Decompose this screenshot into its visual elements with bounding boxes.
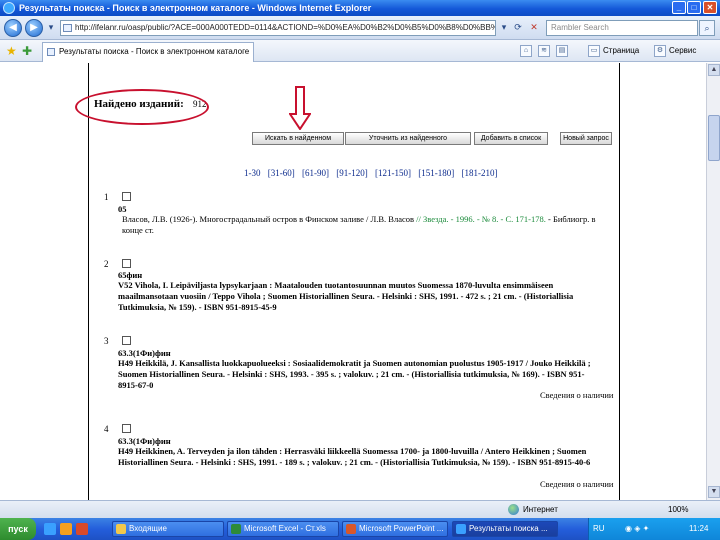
zone-label: Интернет: [523, 505, 558, 514]
record-number: 4: [104, 424, 109, 434]
tab-current[interactable]: Результаты поиска - Поиск в электронном …: [42, 42, 254, 62]
maximize-button[interactable]: □: [687, 1, 701, 14]
close-button[interactable]: ✕: [703, 1, 717, 14]
taskbar-item-active[interactable]: Результаты поиска ...: [452, 521, 558, 537]
taskbar-item[interactable]: Входящие: [112, 521, 224, 537]
page-link[interactable]: [61-90]: [302, 168, 329, 178]
record-body: V52 Vihola, I. Leipäviljasta lypsykarjaa…: [118, 280, 574, 312]
ie-icon: [3, 2, 15, 14]
record-code-text: 63.3(1Фи)фин: [118, 348, 171, 358]
mail-icon: [116, 524, 126, 534]
window-titlebar: Результаты поиска - Поиск в электронном …: [0, 0, 720, 16]
back-arrow-icon[interactable]: ◀: [4, 19, 22, 37]
address-url: http://ifelanr.ru/oasp/public/?ACE=000A0…: [75, 23, 495, 32]
record-code-text: 63.3(1Фи)фин: [118, 436, 171, 446]
record-body: H49 Heikkinen, A. Terveyden ja ilon tähd…: [118, 446, 591, 467]
language-indicator[interactable]: RU: [593, 518, 605, 540]
taskbar-item-label: Результаты поиска ...: [469, 524, 548, 533]
start-button[interactable]: пуск: [0, 518, 36, 540]
scroll-thumb[interactable]: [708, 115, 720, 161]
forward-arrow-icon[interactable]: ▶: [25, 19, 43, 37]
page-link[interactable]: [181-210]: [462, 168, 498, 178]
page-icon: [63, 24, 72, 32]
search-in-found-button[interactable]: Искать в найденном: [252, 132, 344, 145]
page-link[interactable]: [151-180]: [418, 168, 454, 178]
ie-icon: [456, 524, 466, 534]
search-input[interactable]: Rambler Search: [546, 20, 698, 36]
taskbar-item-label: Входящие: [129, 524, 167, 533]
taskbar: пуск Входящие Microsoft Excel - Ст.xls M…: [0, 518, 720, 540]
page-link[interactable]: [91-120]: [336, 168, 368, 178]
taskbar-item-label: Microsoft PowerPoint ...: [359, 524, 444, 533]
powerpoint-icon: [346, 524, 356, 534]
tab-label: Результаты поиска - Поиск в электронном …: [59, 47, 250, 56]
print-icon[interactable]: ▤: [556, 45, 568, 57]
availability-link[interactable]: Сведения о наличии: [540, 479, 613, 489]
page-menu[interactable]: Страница: [603, 44, 639, 58]
internet-zone-icon: [508, 504, 519, 515]
vertical-scrollbar[interactable]: ▲ ▼: [706, 63, 720, 500]
record-body: H49 Heikkilä, J. Kansallista luokkapuolu…: [118, 358, 591, 390]
record-source-link[interactable]: // Звезда. - 1996. - № 8. - С. 171-178.: [416, 214, 546, 224]
record-checkbox[interactable]: [122, 192, 131, 201]
service-menu[interactable]: Сервис: [669, 44, 696, 58]
refine-in-found-button[interactable]: Уточнить из найденного: [345, 132, 471, 145]
pagination: 1-30 [31-60] [61-90] [91-120] [121-150] …: [244, 168, 503, 178]
address-dropdown[interactable]: ▾: [498, 21, 510, 34]
minimize-button[interactable]: _: [672, 1, 686, 14]
taskbar-item[interactable]: Microsoft PowerPoint ...: [342, 521, 448, 537]
annotation-ellipse: [75, 89, 209, 125]
clock: 11:24: [689, 524, 709, 533]
address-toolbar: ◀ ▶ ▾ http://ifelanr.ru/oasp/public/?ACE…: [0, 16, 720, 40]
history-dropdown[interactable]: ▾: [45, 21, 57, 34]
tab-page-icon: [47, 48, 55, 56]
star-icon[interactable]: ★: [6, 44, 17, 58]
record-checkbox[interactable]: [122, 424, 131, 433]
add-favorite-icon[interactable]: ✚: [22, 44, 32, 58]
stop-icon[interactable]: ✕: [528, 21, 540, 34]
refresh-icon[interactable]: ⟳: [512, 21, 524, 34]
feeds-icon[interactable]: ≋: [538, 45, 550, 57]
page-link[interactable]: [121-150]: [375, 168, 411, 178]
ie-quicklaunch-icon[interactable]: [44, 523, 56, 535]
address-input[interactable]: http://ifelanr.ru/oasp/public/?ACE=000A0…: [60, 20, 496, 36]
record-checkbox[interactable]: [122, 259, 131, 268]
record-body-text: Власов, Л.В. (1926-). Многострадальный о…: [122, 214, 415, 224]
command-bar: ★ ✚ Результаты поиска - Поиск в электрон…: [0, 40, 720, 62]
scroll-down-icon[interactable]: ▼: [708, 486, 720, 498]
record-checkbox[interactable]: [122, 336, 131, 345]
zoom-level[interactable]: 100%: [668, 501, 688, 518]
record-number: 3: [104, 336, 109, 346]
availability-link[interactable]: Сведения о наличии: [540, 390, 613, 400]
excel-icon: [231, 524, 241, 534]
new-query-button[interactable]: Новый запрос: [560, 132, 612, 145]
page-link[interactable]: 1-30: [244, 168, 261, 178]
page-menu-icon[interactable]: ▭: [588, 45, 600, 57]
taskbar-item-label: Microsoft Excel - Ст.xls: [244, 524, 326, 533]
window-title: Результаты поиска - Поиск в электронном …: [19, 3, 372, 13]
record-code-text: 65фин: [118, 270, 143, 280]
down-arrow-icon: [289, 86, 311, 130]
page-link[interactable]: [31-60]: [268, 168, 295, 178]
system-tray: RU ◉ ◈ ✦ 11:24: [588, 518, 720, 540]
record-body: Власов, Л.В. (1926-). Многострадальный о…: [122, 214, 612, 236]
taskbar-item[interactable]: Microsoft Excel - Ст.xls: [227, 521, 339, 537]
record-number: 2: [104, 259, 109, 269]
add-to-list-button[interactable]: Добавить в список: [474, 132, 548, 145]
gear-icon[interactable]: ⚙: [654, 45, 666, 57]
home-icon[interactable]: ⌂: [520, 45, 532, 57]
tray-icons[interactable]: ◉ ◈ ✦: [625, 518, 649, 540]
media-quicklaunch-icon[interactable]: [76, 523, 88, 535]
scroll-up-icon[interactable]: ▲: [708, 64, 720, 76]
folder-quicklaunch-icon[interactable]: [60, 523, 72, 535]
record-code-text: 05: [118, 204, 127, 214]
status-bar: Интернет 100%: [0, 500, 720, 518]
search-icon[interactable]: ⌕: [699, 20, 715, 36]
record-number: 1: [104, 192, 109, 202]
